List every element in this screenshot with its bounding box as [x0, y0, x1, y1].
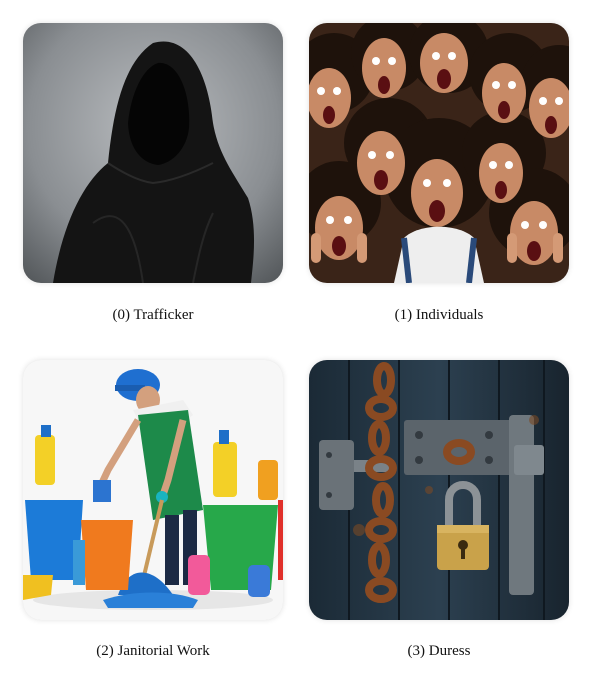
caption-trafficker: (0) Trafficker [112, 307, 194, 323]
caption-individuals: (1) Individuals [394, 307, 484, 323]
chained-door-padlock-illustration [309, 360, 569, 620]
shocked-crowd-illustration [309, 23, 569, 283]
image-individuals [309, 23, 569, 283]
image-janitorial-work [23, 360, 283, 620]
image-duress [309, 360, 569, 620]
janitor-cleaning-illustration [23, 360, 283, 620]
caption-duress: (3) Duress [407, 643, 471, 659]
caption-janitorial-work: (2) Janitorial Work [96, 643, 210, 659]
image-trafficker [23, 23, 283, 283]
hooded-figure-illustration [23, 23, 283, 283]
